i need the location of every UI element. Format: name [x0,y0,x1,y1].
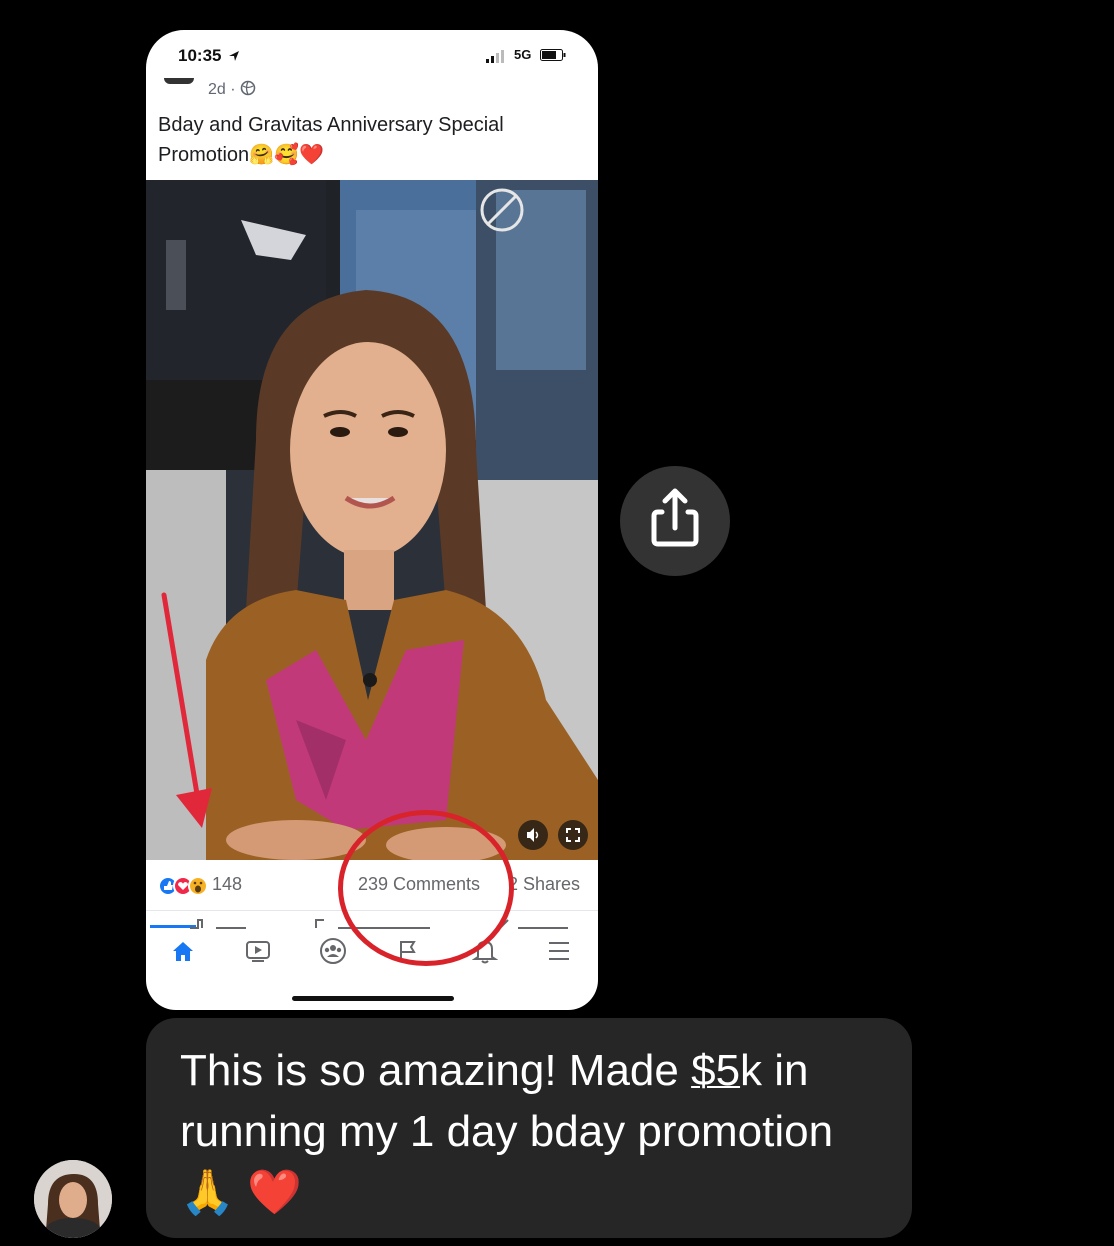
speaker-icon [527,828,539,842]
signal-icon [486,50,504,63]
status-time: 10:35 [178,46,222,65]
menu-icon[interactable] [546,940,572,962]
fullscreen-button[interactable] [558,820,588,850]
globe-icon [240,80,256,96]
battery-icon [540,49,566,61]
network-type: 5G [514,47,532,62]
home-icon[interactable] [170,938,196,964]
sender-avatar-image [34,1160,112,1238]
message-bubble[interactable]: This is so amazing! Made $5k in running … [146,1018,912,1238]
sender-avatar[interactable] [34,1160,112,1238]
status-bar: 10:35 5G [146,30,598,80]
comments-highlight-circle [338,810,514,966]
share-button[interactable] [620,466,730,576]
poster-avatar[interactable] [164,78,194,84]
post-screenshot[interactable]: 10:35 5G 2d · Bday and Gravitas Annivers… [146,30,598,1010]
like-action-icon[interactable] [186,918,256,930]
post-text: Bday and Gravitas Anniversary Special Pr… [158,114,504,166]
post-photo[interactable] [146,180,598,860]
woman-photo [146,180,598,860]
message-text: This is so amazing! Made $5k in running … [180,1040,890,1223]
reactions-count[interactable]: 148 [212,874,242,895]
shares-count[interactable]: 2 Shares [508,874,580,895]
share-icon [651,488,699,547]
post-age: 2d · [208,81,236,98]
home-indicator [292,996,454,1001]
message-emoji: 🙏 ❤️ [180,1168,302,1217]
expand-icon [566,828,580,842]
message-text-part: This is so amazing! Made [180,1046,692,1095]
message-amount-link[interactable]: $5 [691,1046,740,1095]
location-arrow-icon [229,51,239,61]
watch-icon[interactable] [244,938,272,964]
share-action-icon[interactable] [498,918,578,930]
groups-icon[interactable] [318,936,348,966]
volume-button[interactable] [518,820,548,850]
reactions-icon[interactable] [158,875,210,897]
post-meta: 2d · [208,80,256,99]
